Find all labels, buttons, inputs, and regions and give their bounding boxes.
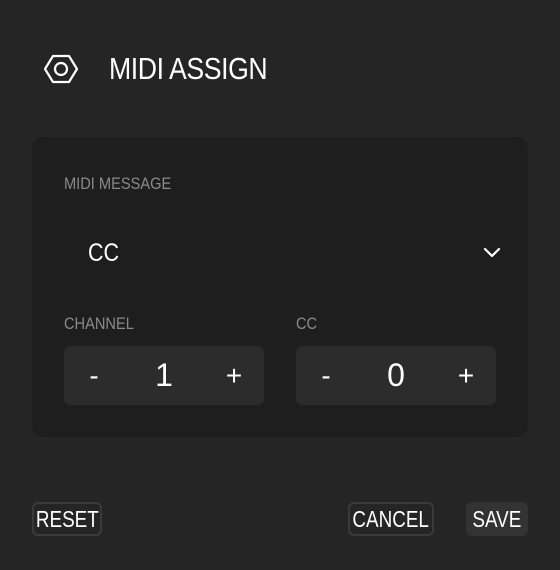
- cc-value[interactable]: 0: [356, 357, 436, 394]
- channel-value[interactable]: 1: [124, 357, 204, 394]
- cc-decrement-button[interactable]: -: [296, 346, 356, 405]
- reset-button[interactable]: RESET: [32, 502, 102, 536]
- dialog-header: MIDI ASSIGN: [44, 50, 293, 88]
- midi-settings-panel: MIDI MESSAGE CC CHANNEL CC - 1 + - 0 +: [32, 137, 528, 437]
- chevron-down-icon: [482, 243, 502, 263]
- cancel-button-label: CANCEL: [352, 505, 430, 532]
- channel-label: CHANNEL: [64, 314, 134, 333]
- midi-message-label: MIDI MESSAGE: [64, 174, 172, 193]
- midi-assign-dialog: MIDI ASSIGN MIDI MESSAGE CC CHANNEL CC -…: [0, 0, 560, 570]
- channel-decrement-button[interactable]: -: [64, 346, 124, 405]
- dialog-title: MIDI ASSIGN: [109, 51, 268, 86]
- midi-message-select[interactable]: CC: [64, 227, 504, 279]
- midi-message-value: CC: [88, 238, 120, 267]
- save-button-label: SAVE: [472, 505, 522, 532]
- channel-increment-button[interactable]: +: [204, 346, 264, 405]
- reset-button-label: RESET: [35, 505, 99, 532]
- cc-increment-button[interactable]: +: [436, 346, 496, 405]
- save-button[interactable]: SAVE: [466, 502, 528, 536]
- cc-stepper: - 0 +: [296, 346, 496, 405]
- cancel-button[interactable]: CANCEL: [348, 502, 434, 536]
- hexagon-nut-icon: [44, 52, 78, 86]
- channel-stepper: - 1 +: [64, 346, 264, 405]
- cc-label: CC: [296, 314, 318, 333]
